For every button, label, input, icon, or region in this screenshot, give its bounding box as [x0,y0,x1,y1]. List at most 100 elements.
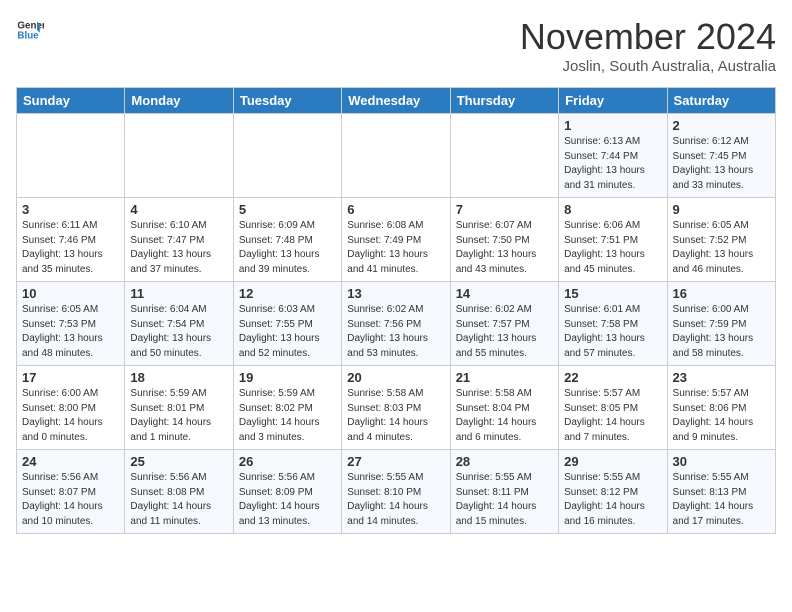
day-number: 30 [673,454,770,469]
day-number: 16 [673,286,770,301]
day-number: 15 [564,286,661,301]
day-number: 19 [239,370,336,385]
day-info: Sunrise: 6:07 AM Sunset: 7:50 PM Dayligh… [456,219,553,277]
calendar-day-cell: 4Sunrise: 6:10 AM Sunset: 7:47 PM Daylig… [125,198,233,282]
day-info: Sunrise: 6:03 AM Sunset: 7:55 PM Dayligh… [239,303,336,361]
calendar-header-row: SundayMondayTuesdayWednesdayThursdayFrid… [17,88,776,114]
svg-text:Blue: Blue [17,30,39,41]
day-info: Sunrise: 5:55 AM Sunset: 8:12 PM Dayligh… [564,471,661,529]
calendar-day-cell: 6 Sunrise: 6:08 AM Sunset: 7:49 PM Daylig… [342,198,450,282]
day-number: 7 [456,202,553,217]
day-info: Sunrise: 6:10 AM Sunset: 7:47 PM Dayligh… [130,219,227,277]
calendar-day-cell [233,114,341,198]
day-info: Sunrise: 6:00 AM Sunset: 8:00 PM Dayligh… [22,387,119,445]
calendar-day-cell: 26 Sunrise: 5:56 AM Sunset: 8:09 PM Dayli… [233,450,341,534]
day-info: Sunrise: 6:12 AM Sunset: 7:45 PM Dayligh… [673,135,770,193]
logo-icon: General Blue [16,16,44,44]
calendar-day-cell: 29 Sunrise: 5:55 AM Sunset: 8:12 PM Dayli… [559,450,667,534]
calendar-week-row: 3 Sunrise: 6:11 AM Sunset: 7:46 PM Daylig… [17,198,776,282]
day-info: Sunrise: 5:56 AM Sunset: 8:07 PM Dayligh… [22,471,119,529]
day-number: 17 [22,370,119,385]
calendar-day-cell [450,114,558,198]
calendar-week-row: 1 Sunrise: 6:13 AM Sunset: 7:44 PM Daylig… [17,114,776,198]
calendar-day-cell: 18 Sunrise: 5:59 AM Sunset: 8:01 PM Dayli… [125,366,233,450]
day-number: 25 [130,454,227,469]
calendar-day-cell [17,114,125,198]
day-info: Sunrise: 6:01 AM Sunset: 7:58 PM Dayligh… [564,303,661,361]
weekday-header: Thursday [450,88,558,114]
day-number: 2 [673,118,770,133]
day-info: Sunrise: 6:06 AM Sunset: 7:51 PM Dayligh… [564,219,661,277]
day-info: Sunrise: 5:55 AM Sunset: 8:13 PM Dayligh… [673,471,770,529]
calendar-table: SundayMondayTuesdayWednesdayThursdayFrid… [16,87,776,534]
day-info: Sunrise: 6:02 AM Sunset: 7:57 PM Dayligh… [456,303,553,361]
calendar-day-cell: 22 Sunrise: 5:57 AM Sunset: 8:05 PM Dayli… [559,366,667,450]
calendar-day-cell: 2 Sunrise: 6:12 AM Sunset: 7:45 PM Daylig… [667,114,775,198]
day-info: Sunrise: 6:13 AM Sunset: 7:44 PM Dayligh… [564,135,661,193]
day-number: 20 [347,370,444,385]
day-info: Sunrise: 5:55 AM Sunset: 8:11 PM Dayligh… [456,471,553,529]
calendar-day-cell [125,114,233,198]
calendar-day-cell: 7 Sunrise: 6:07 AM Sunset: 7:50 PM Daylig… [450,198,558,282]
calendar-day-cell: 30 Sunrise: 5:55 AM Sunset: 8:13 PM Dayli… [667,450,775,534]
calendar-day-cell: 27Sunrise: 5:55 AM Sunset: 8:10 PM Dayli… [342,450,450,534]
day-number: 13 [347,286,444,301]
day-number: 29 [564,454,661,469]
day-info: Sunrise: 6:05 AM Sunset: 7:53 PM Dayligh… [22,303,119,361]
day-number: 8 [564,202,661,217]
day-info: Sunrise: 5:57 AM Sunset: 8:05 PM Dayligh… [564,387,661,445]
day-number: 3 [22,202,119,217]
day-number: 10 [22,286,119,301]
day-info: Sunrise: 5:56 AM Sunset: 8:08 PM Dayligh… [130,471,227,529]
day-number: 18 [130,370,227,385]
day-info: Sunrise: 6:09 AM Sunset: 7:48 PM Dayligh… [239,219,336,277]
calendar-day-cell [342,114,450,198]
day-number: 26 [239,454,336,469]
day-number: 24 [22,454,119,469]
day-info: Sunrise: 5:55 AM Sunset: 8:10 PM Dayligh… [347,471,444,529]
location: Joslin, South Australia, Australia [520,58,776,75]
calendar-week-row: 24 Sunrise: 5:56 AM Sunset: 8:07 PM Dayli… [17,450,776,534]
day-info: Sunrise: 5:57 AM Sunset: 8:06 PM Dayligh… [673,387,770,445]
calendar-day-cell: 20 Sunrise: 5:58 AM Sunset: 8:03 PM Dayli… [342,366,450,450]
day-number: 1 [564,118,661,133]
calendar-day-cell: 8 Sunrise: 6:06 AM Sunset: 7:51 PM Daylig… [559,198,667,282]
day-info: Sunrise: 5:59 AM Sunset: 8:02 PM Dayligh… [239,387,336,445]
page-header: General Blue November 2024 Joslin, South… [16,16,776,75]
month-title: November 2024 [520,16,776,58]
day-number: 22 [564,370,661,385]
day-number: 11 [130,286,227,301]
calendar-day-cell: 15 Sunrise: 6:01 AM Sunset: 7:58 PM Dayli… [559,282,667,366]
day-info: Sunrise: 5:56 AM Sunset: 8:09 PM Dayligh… [239,471,336,529]
day-info: Sunrise: 5:58 AM Sunset: 8:03 PM Dayligh… [347,387,444,445]
weekday-header: Friday [559,88,667,114]
calendar-day-cell: 9Sunrise: 6:05 AM Sunset: 7:52 PM Daylig… [667,198,775,282]
calendar-day-cell: 11Sunrise: 6:04 AM Sunset: 7:54 PM Dayli… [125,282,233,366]
calendar-week-row: 10 Sunrise: 6:05 AM Sunset: 7:53 PM Dayli… [17,282,776,366]
weekday-header: Tuesday [233,88,341,114]
calendar-day-cell: 10 Sunrise: 6:05 AM Sunset: 7:53 PM Dayli… [17,282,125,366]
calendar-day-cell: 5 Sunrise: 6:09 AM Sunset: 7:48 PM Daylig… [233,198,341,282]
day-info: Sunrise: 6:08 AM Sunset: 7:49 PM Dayligh… [347,219,444,277]
day-info: Sunrise: 6:02 AM Sunset: 7:56 PM Dayligh… [347,303,444,361]
calendar-day-cell: 14 Sunrise: 6:02 AM Sunset: 7:57 PM Dayli… [450,282,558,366]
day-number: 5 [239,202,336,217]
day-info: Sunrise: 5:59 AM Sunset: 8:01 PM Dayligh… [130,387,227,445]
calendar-day-cell: 23 Sunrise: 5:57 AM Sunset: 8:06 PM Dayli… [667,366,775,450]
calendar-day-cell: 24 Sunrise: 5:56 AM Sunset: 8:07 PM Dayli… [17,450,125,534]
day-info: Sunrise: 6:00 AM Sunset: 7:59 PM Dayligh… [673,303,770,361]
calendar-day-cell: 17 Sunrise: 6:00 AM Sunset: 8:00 PM Dayli… [17,366,125,450]
title-block: November 2024 Joslin, South Australia, A… [520,16,776,75]
calendar-week-row: 17 Sunrise: 6:00 AM Sunset: 8:00 PM Dayli… [17,366,776,450]
calendar-day-cell: 13 Sunrise: 6:02 AM Sunset: 7:56 PM Dayli… [342,282,450,366]
day-number: 6 [347,202,444,217]
day-number: 9 [673,202,770,217]
day-info: Sunrise: 6:11 AM Sunset: 7:46 PM Dayligh… [22,219,119,277]
calendar-day-cell: 16 Sunrise: 6:00 AM Sunset: 7:59 PM Dayli… [667,282,775,366]
calendar-day-cell: 12 Sunrise: 6:03 AM Sunset: 7:55 PM Dayli… [233,282,341,366]
day-number: 23 [673,370,770,385]
day-number: 14 [456,286,553,301]
calendar-day-cell: 1 Sunrise: 6:13 AM Sunset: 7:44 PM Daylig… [559,114,667,198]
day-number: 21 [456,370,553,385]
day-number: 12 [239,286,336,301]
